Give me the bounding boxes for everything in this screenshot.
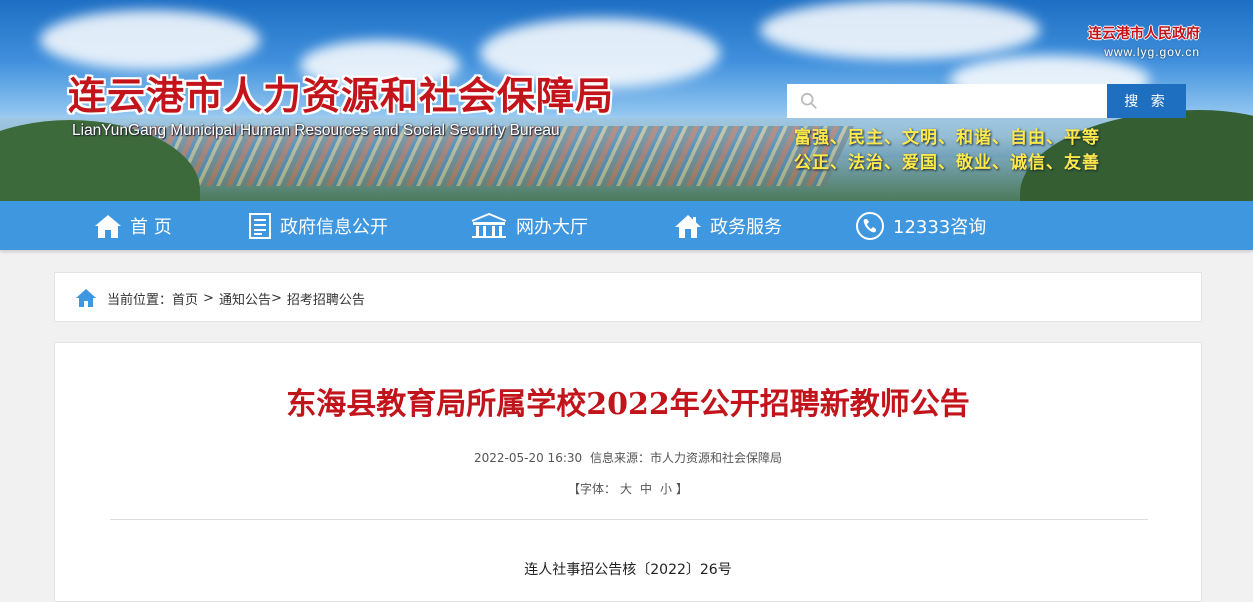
site-title: 连云港市人力资源和社会保障局: [68, 73, 615, 118]
header-banner: 连云港市人力资源和社会保障局 LianYunGang Municipal Hum…: [0, 0, 1253, 201]
font-size-small-link[interactable]: 小: [660, 482, 672, 496]
font-size-switcher: 【字体： 大中小】: [55, 480, 1201, 497]
search-input[interactable]: [787, 84, 1107, 118]
breadcrumb-prefix: 当前位置：: [107, 292, 173, 308]
slogan-line-2: 公正、法治、爱国、敬业、诚信、友善: [794, 153, 1100, 173]
nav-item-label: 政府信息公开: [280, 216, 388, 238]
cloud-decoration: [40, 10, 260, 70]
article-panel: 东海县教育局所属学校2022年公开招聘新教师公告 2022-05-20 16:3…: [54, 342, 1202, 602]
city-government-link[interactable]: 连云港市人民政府 www.lyg.gov.cn: [1082, 24, 1200, 60]
nav-item-gov-info[interactable]: 政府信息公开: [248, 201, 388, 250]
breadcrumb-separator: >: [270, 290, 282, 306]
publish-date: 2022-05-20 16:30: [474, 451, 583, 465]
home-icon: [95, 214, 121, 238]
nav-item-label: 网办大厅: [516, 216, 588, 238]
site-subtitle: LianYunGang Municipal Human Resources an…: [72, 122, 560, 139]
breadcrumb-link-recruitment[interactable]: 招考招聘公告: [287, 289, 365, 308]
font-size-large-link[interactable]: 大: [620, 482, 632, 496]
breadcrumb: 当前位置： 首页 > 通知公告 > 招考招聘公告: [75, 273, 365, 323]
font-size-medium-link[interactable]: 中: [640, 482, 652, 496]
nav-item-label: 政务服务: [710, 216, 782, 238]
article-title: 东海县教育局所属学校2022年公开招聘新教师公告: [286, 387, 970, 422]
cloud-decoration: [760, 0, 1040, 60]
nav-item-gov-service[interactable]: 政务服务: [674, 201, 782, 250]
search-button[interactable]: 搜 索: [1107, 84, 1186, 118]
breadcrumb-panel: 当前位置： 首页 > 通知公告 > 招考招聘公告: [54, 272, 1202, 322]
nav-item-hotline[interactable]: 12333咨询: [855, 201, 986, 250]
font-size-open: 【字体：: [567, 482, 616, 496]
search-icon: [800, 92, 817, 109]
house-service-icon: [675, 214, 701, 238]
article-meta: 2022-05-20 16:30 信息来源：市人力资源和社会保障局: [55, 449, 1201, 466]
building-icon: [471, 212, 507, 238]
slogan-line-1: 富强、民主、文明、和谐、自由、平等: [794, 128, 1100, 148]
nav-item-label: 12333咨询: [893, 216, 987, 238]
divider: [110, 519, 1148, 520]
breadcrumb-link-home[interactable]: 首页: [172, 289, 198, 308]
breadcrumb-link-notices[interactable]: 通知公告: [219, 289, 271, 308]
document-icon: [249, 212, 271, 239]
city-government-url: www.lyg.gov.cn: [1104, 45, 1200, 59]
main-nav: 首 页 政府信息公开 网办大厅 政务服务 12333咨询: [0, 201, 1253, 250]
home-icon: [76, 289, 96, 307]
nav-item-online-hall[interactable]: 网办大厅: [470, 201, 588, 250]
breadcrumb-separator: >: [203, 290, 214, 306]
nav-item-label: 首 页: [130, 216, 172, 238]
nav-item-home[interactable]: 首 页: [94, 201, 172, 250]
document-number: 连人社事招公告核〔2022〕26号: [524, 562, 732, 578]
phone-icon: [856, 211, 884, 240]
city-government-name: 连云港市人民政府: [1088, 26, 1200, 42]
font-size-close: 】: [676, 482, 689, 496]
info-source: 信息来源：市人力资源和社会保障局: [589, 451, 782, 465]
